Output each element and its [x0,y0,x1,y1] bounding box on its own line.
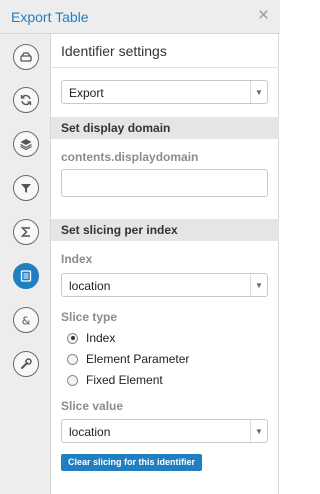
display-domain-heading: Set display domain [51,117,279,139]
clear-slicing-button[interactable]: Clear slicing for this identifier [61,454,202,471]
window-titlebar: Export Table × [0,0,280,34]
slicing-heading: Set slicing per index [51,219,279,241]
chevron-down-icon: ▼ [250,81,267,103]
svg-text:&: & [22,315,31,328]
slice-value-label: Slice value [61,399,124,413]
sigma-icon[interactable] [13,219,39,245]
radio-unchecked-icon [67,353,78,365]
filter-icon[interactable] [13,175,39,201]
mode-select[interactable]: Export ▼ [61,80,268,104]
slice-type-label: Slice type [61,310,118,324]
ampersand-icon[interactable]: & [13,307,39,333]
identifier-settings-icon[interactable] [13,263,39,289]
close-icon[interactable]: × [258,6,269,26]
slice-type-radio-fixed-element[interactable]: Fixed Element [67,373,163,387]
radio-unchecked-icon [67,374,78,386]
radio-label: Index [86,331,116,345]
mode-select-value: Export [69,86,104,100]
panel-title: Identifier settings [61,43,167,59]
identifier-settings-panel: Identifier settings Export ▼ Set display… [51,34,279,494]
layers-icon[interactable] [13,131,39,157]
slice-value-select[interactable]: location ▼ [61,419,268,443]
chevron-down-icon: ▼ [250,420,267,442]
index-label: Index [61,252,93,266]
panel-header: Identifier settings [51,34,279,68]
chevron-down-icon: ▼ [250,274,267,296]
drive-icon[interactable] [13,44,39,70]
slice-type-radio-index[interactable]: Index [67,331,115,345]
side-rail: & [0,34,51,494]
display-domain-label: contents.displaydomain [61,150,199,164]
wrench-icon[interactable] [13,351,39,377]
radio-label: Element Parameter [86,352,190,366]
index-select[interactable]: location ▼ [61,273,268,297]
slice-value-select-value: location [69,425,111,439]
display-domain-input[interactable] [61,169,268,197]
window-title: Export Table [11,9,89,25]
radio-checked-icon [67,332,78,344]
index-select-value: location [69,279,111,293]
radio-label: Fixed Element [86,373,163,387]
slice-type-radio-element-parameter[interactable]: Element Parameter [67,352,189,366]
refresh-icon[interactable] [13,87,39,113]
